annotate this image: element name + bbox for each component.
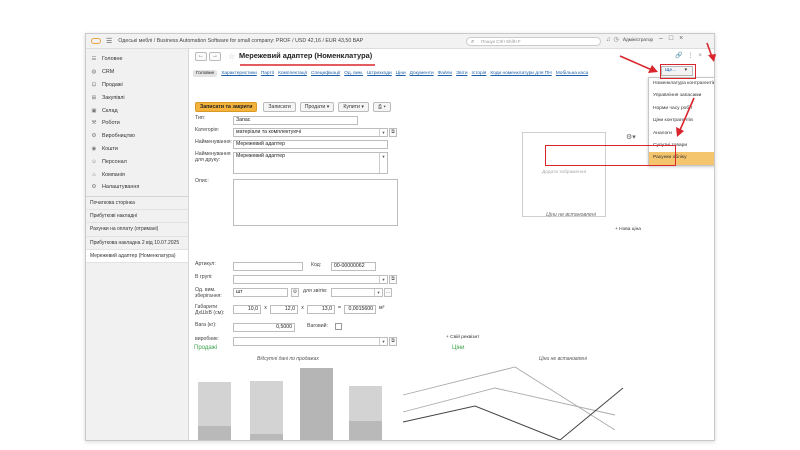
annotation-arrow	[679, 97, 695, 131]
annotation-arrowhead	[708, 54, 716, 62]
annotation-overlay	[240, 42, 716, 137]
annotation-arrow	[619, 55, 653, 71]
